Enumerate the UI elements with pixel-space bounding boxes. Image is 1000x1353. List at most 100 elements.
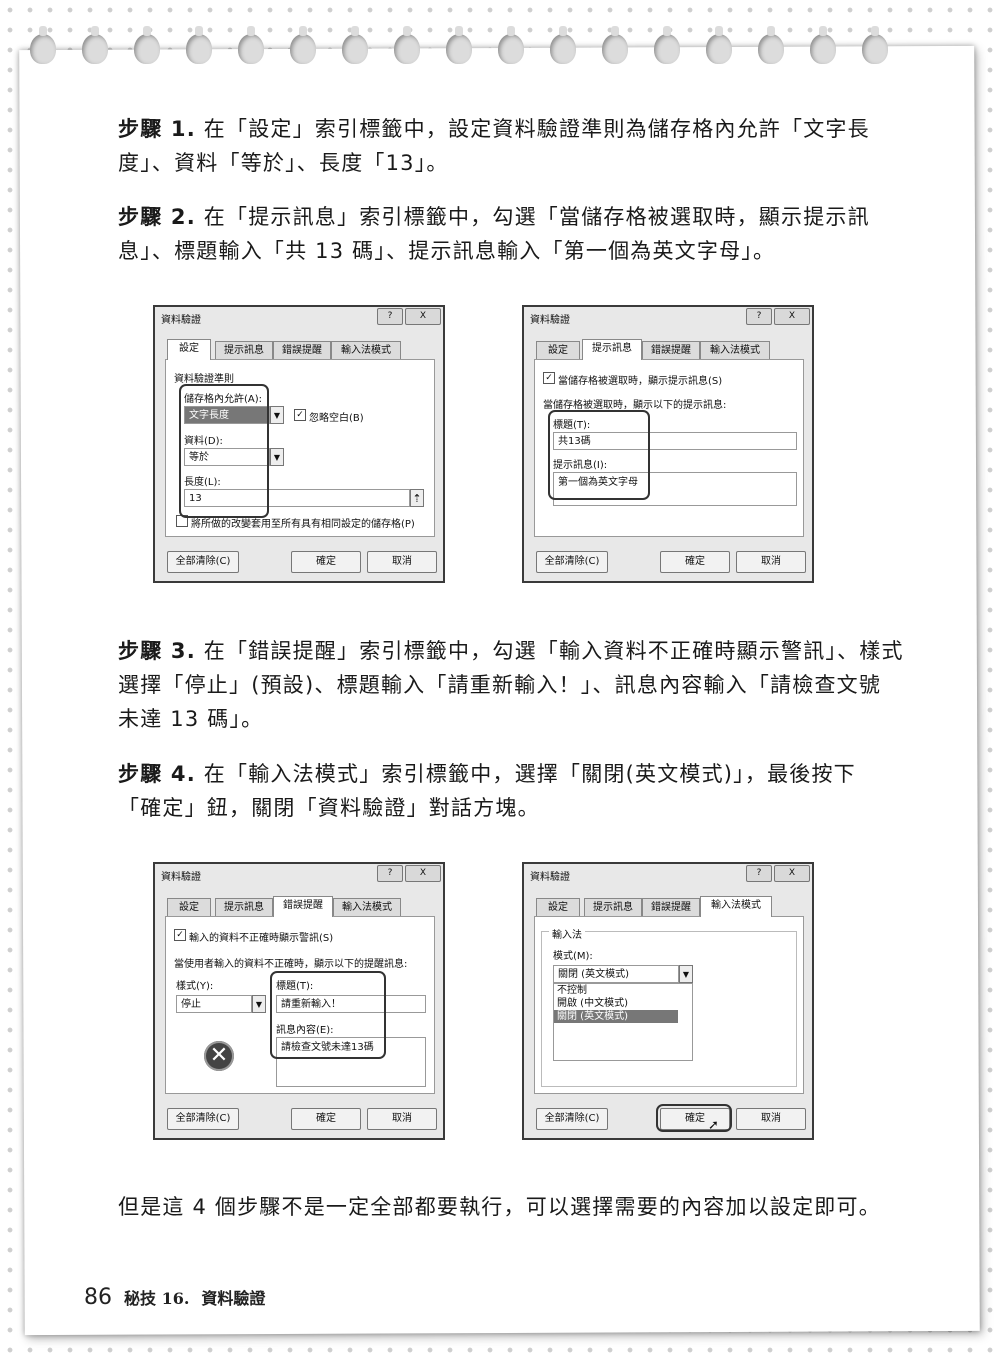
tab-ime-mode[interactable]: 輸入法模式	[331, 341, 401, 359]
tab-settings[interactable]: 設定	[167, 339, 211, 360]
step-3-paragraph: 步驟 3. 在「錯誤提醒」索引標籤中，勾選「輸入資料不正確時顯示警訊」、樣式 選…	[118, 634, 903, 736]
when-selected-label: 當儲存格被選取時，顯示以下的提示訊息:	[543, 400, 727, 411]
mode-select[interactable]: 關閉 (英文模式)	[553, 965, 679, 983]
step-label: 步驟 2.	[118, 205, 196, 229]
cancel-button[interactable]: 取消	[736, 1108, 806, 1130]
tab-input-message[interactable]: 提示訊息	[584, 898, 642, 916]
ok-button[interactable]: 確定	[291, 551, 361, 573]
close-button[interactable]: X	[774, 308, 810, 325]
dialog-input-message: 資料驗證 ? X 設定 提示訊息 錯誤提醒 輸入法模式 ✓ 當儲存格被選取時，顯…	[522, 305, 814, 583]
clear-all-button[interactable]: 全部清除(C)	[536, 551, 608, 573]
step-text: 在「提示訊息」索引標籤中，勾選「當儲存格被選取時，顯示提示訊	[203, 205, 870, 229]
binder-hole	[82, 26, 108, 64]
clear-all-button[interactable]: 全部清除(C)	[167, 551, 239, 573]
step-4-paragraph: 步驟 4. 在「輸入法模式」索引標籤中，選擇「關閉(英文模式)」，最後按下 「確…	[118, 757, 858, 825]
dialog-title: 資料驗證	[161, 315, 201, 326]
ime-mode-panel: 輸入法 模式(M): 關閉 (英文模式) ▼ 不控制 開啟 (中文模式) 關閉 …	[534, 916, 804, 1094]
dialog-settings: 資料驗證 ? X 設定 提示訊息 錯誤提醒 輸入法模式 資料驗證準則 儲存格內允…	[153, 305, 445, 583]
binder-hole	[706, 26, 732, 64]
highlight-box	[548, 410, 650, 500]
dialog-title: 資料驗證	[161, 872, 201, 883]
tab-ime-mode[interactable]: 輸入法模式	[333, 898, 401, 916]
tab-error-alert[interactable]: 錯誤提醒	[273, 896, 333, 917]
binder-hole	[290, 26, 316, 64]
mode-option[interactable]: 不控制	[554, 984, 692, 997]
step-text: 在「輸入法模式」索引標籤中，選擇「關閉(英文模式)」，最後按下	[203, 762, 856, 786]
tab-input-message[interactable]: 提示訊息	[215, 341, 273, 359]
ok-button[interactable]: 確定	[291, 1108, 361, 1130]
tab-settings[interactable]: 設定	[536, 341, 580, 359]
clear-all-button[interactable]: 全部清除(C)	[167, 1108, 239, 1130]
tab-error-alert[interactable]: 錯誤提醒	[642, 898, 700, 916]
error-alert-panel: ✓ 輸入的資料不正確時顯示警訊(S) 當使用者輸入的資料不正確時，顯示以下的提醒…	[165, 916, 435, 1094]
chevron-down-icon[interactable]: ▼	[679, 965, 693, 983]
tab-settings[interactable]: 設定	[167, 898, 211, 916]
binder-hole	[30, 26, 56, 64]
step-1-paragraph: 步驟 1. 在「設定」索引標籤中，設定資料驗證準則為儲存格內允許「文字長 度」、…	[118, 112, 869, 180]
style-select[interactable]: 停止	[176, 995, 252, 1013]
binder-holes	[30, 20, 960, 70]
binder-hole	[602, 26, 628, 64]
step-2-paragraph: 步驟 2. 在「提示訊息」索引標籤中，勾選「當儲存格被選取時，顯示提示訊 息」、…	[118, 200, 869, 268]
dialog-title: 資料驗證	[530, 315, 570, 326]
help-button[interactable]: ?	[746, 308, 772, 325]
highlight-box	[270, 971, 386, 1059]
tab-ime-mode[interactable]: 輸入法模式	[700, 341, 770, 359]
step-label: 步驟 4.	[118, 762, 196, 786]
binder-hole	[810, 26, 836, 64]
close-button[interactable]: X	[774, 865, 810, 882]
binder-hole	[758, 26, 784, 64]
chevron-down-icon[interactable]: ▼	[252, 995, 266, 1013]
cancel-button[interactable]: 取消	[367, 551, 437, 573]
highlight-box	[656, 1104, 732, 1132]
cursor-icon: ➚	[708, 1118, 719, 1133]
show-input-checkbox[interactable]: ✓	[543, 372, 555, 384]
step-text: 度」、資料「等於」、長度「13」。	[118, 151, 449, 175]
page-number: 86	[84, 1285, 112, 1310]
chapter-title: 資料驗證	[201, 1289, 266, 1308]
close-button[interactable]: X	[405, 865, 441, 882]
show-error-label: 輸入的資料不正確時顯示警訊(S)	[189, 933, 334, 944]
step-text: 「確定」鈕，關閉「資料驗證」對話方塊。	[118, 796, 540, 820]
mode-label: 模式(M):	[553, 951, 593, 962]
dialog-error-alert: 資料驗證 ? X 設定 提示訊息 錯誤提醒 輸入法模式 ✓ 輸入的資料不正確時顯…	[153, 862, 445, 1140]
tab-input-message[interactable]: 提示訊息	[215, 898, 273, 916]
closing-paragraph: 但是這 4 個步驟不是一定全部都要執行，可以選擇需要的內容加以設定即可。	[118, 1190, 880, 1224]
tab-error-alert[interactable]: 錯誤提醒	[273, 341, 331, 359]
mode-option-selected[interactable]: 關閉 (英文模式)	[554, 1010, 678, 1023]
show-input-label: 當儲存格被選取時，顯示提示訊息(S)	[558, 376, 723, 387]
chevron-down-icon[interactable]: ▼	[270, 406, 284, 424]
chevron-down-icon[interactable]: ▼	[270, 448, 284, 466]
style-label: 樣式(Y):	[176, 981, 214, 992]
step-text: 在「設定」索引標籤中，設定資料驗證準則為儲存格內允許「文字長	[203, 117, 870, 141]
step-text: 息」、標題輸入「共 13 碼」、提示訊息輸入「第一個為英文字母」。	[118, 239, 776, 263]
step-text: 未達 13 碼」。	[118, 707, 264, 731]
help-button[interactable]: ?	[377, 308, 403, 325]
page-footer: 86 秘技 16. 資料驗證	[84, 1285, 265, 1310]
binder-hole	[186, 26, 212, 64]
tab-settings[interactable]: 設定	[536, 898, 580, 916]
highlight-box	[179, 384, 269, 518]
tab-error-alert[interactable]: 錯誤提醒	[642, 341, 700, 359]
range-select-icon[interactable]: ⇡	[410, 489, 424, 507]
ok-button[interactable]: 確定	[660, 551, 730, 573]
section-label: 秘技 16.	[124, 1289, 190, 1308]
close-button[interactable]: X	[405, 308, 441, 325]
binder-hole	[862, 26, 888, 64]
help-button[interactable]: ?	[746, 865, 772, 882]
mode-listbox[interactable]: 不控制 開啟 (中文模式) 關閉 (英文模式)	[553, 983, 693, 1061]
tab-ime-mode[interactable]: 輸入法模式	[700, 896, 772, 917]
mode-option[interactable]: 開啟 (中文模式)	[554, 997, 692, 1010]
ignore-blank-label: 忽略空白(B)	[309, 413, 364, 424]
binder-hole	[134, 26, 160, 64]
cancel-button[interactable]: 取消	[367, 1108, 437, 1130]
tab-input-message[interactable]: 提示訊息	[582, 339, 642, 360]
stop-error-icon: ✕	[204, 1041, 234, 1071]
clear-all-button[interactable]: 全部清除(C)	[536, 1108, 608, 1130]
show-error-checkbox[interactable]: ✓	[174, 929, 186, 941]
cancel-button[interactable]: 取消	[736, 551, 806, 573]
binder-hole	[550, 26, 576, 64]
step-text: 在「錯誤提醒」索引標籤中，勾選「輸入資料不正確時顯示警訊」、樣式	[203, 639, 904, 663]
help-button[interactable]: ?	[377, 865, 403, 882]
ignore-blank-checkbox[interactable]: ✓	[294, 409, 306, 421]
